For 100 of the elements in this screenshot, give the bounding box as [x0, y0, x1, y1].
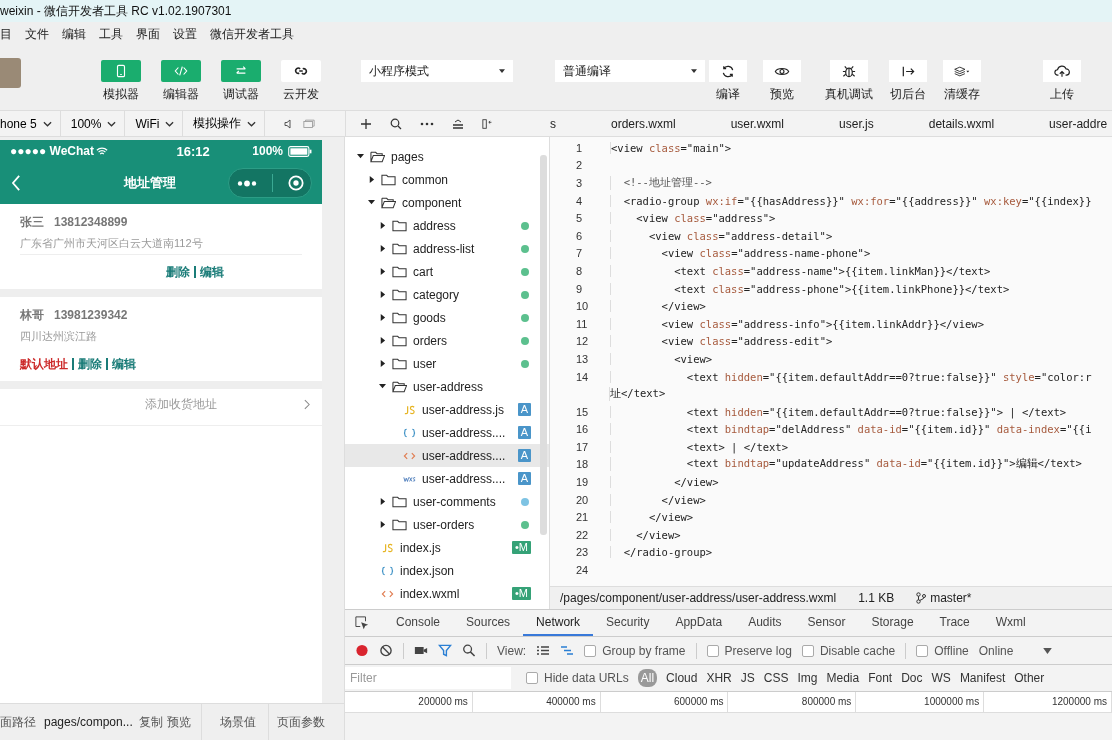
type-filter[interactable]: Doc: [901, 671, 923, 685]
type-filter[interactable]: Manifest: [959, 671, 1006, 685]
type-filter[interactable]: Font: [868, 671, 893, 685]
menu-item[interactable]: 工具: [99, 25, 130, 43]
editor-tab[interactable]: details.wxml: [893, 116, 1015, 131]
menu-item[interactable]: 文件: [25, 25, 56, 43]
editor-tab[interactable]: user-addre: [1014, 116, 1112, 131]
checkbox[interactable]: [706, 644, 719, 657]
video-camera-icon[interactable]: [414, 644, 428, 657]
edit-link[interactable]: 编辑: [200, 263, 224, 281]
tree-item[interactable]: cart: [345, 260, 549, 283]
scrollbar-thumb[interactable]: [540, 155, 547, 535]
checkbox[interactable]: [801, 644, 814, 657]
editor-tab[interactable]: user.wxml: [695, 116, 805, 131]
list-view-icon[interactable]: [536, 644, 551, 657]
device-dropdown[interactable]: 模拟操作: [193, 111, 266, 136]
tree-item[interactable]: index.json: [345, 559, 549, 582]
preview-link[interactable]: 预览: [166, 704, 202, 740]
copy-link[interactable]: 复制: [138, 713, 167, 731]
tree-item[interactable]: user-comments: [345, 490, 549, 513]
more-icon[interactable]: [236, 179, 257, 187]
devtools-tab[interactable]: Network: [523, 610, 594, 636]
tree-item[interactable]: user-address.... A: [345, 421, 549, 444]
page-params-button[interactable]: 页面参数: [268, 713, 333, 731]
devtools-tab[interactable]: Storage: [858, 610, 927, 636]
editor-tab[interactable]: orders.wxml: [576, 116, 696, 131]
menu-item[interactable]: 设置: [173, 25, 204, 43]
tree-item[interactable]: user-address.js A: [345, 398, 549, 421]
expanded-arrow-icon[interactable]: [357, 153, 364, 160]
type-filter[interactable]: Cloud: [666, 671, 698, 685]
tree-item[interactable]: index.js •M: [345, 536, 549, 559]
edit-link[interactable]: 编辑: [112, 355, 136, 373]
editor-tab[interactable]: s: [550, 116, 576, 131]
scene-value-button[interactable]: 场景值: [201, 704, 269, 740]
type-filter[interactable]: Img: [797, 671, 818, 685]
expanded-arrow-icon[interactable]: [379, 383, 386, 390]
tree-item[interactable]: category: [345, 283, 549, 306]
filter-icon[interactable]: [438, 644, 452, 657]
toolbar-button[interactable]: 真机调试: [825, 60, 873, 103]
type-filter[interactable]: JS: [740, 671, 755, 685]
tree-item[interactable]: user-orders: [345, 513, 549, 536]
menu-item[interactable]: 界面: [136, 25, 167, 43]
delete-link[interactable]: 删除: [166, 263, 190, 281]
devtools-tab[interactable]: Audits: [735, 610, 795, 636]
device-dropdown[interactable]: 100%: [70, 111, 126, 136]
waterfall-view-icon[interactable]: [560, 644, 575, 657]
collapsed-arrow-icon[interactable]: [379, 245, 386, 252]
tree-item[interactable]: user-address: [345, 375, 549, 398]
devtools-tab[interactable]: AppData: [662, 610, 736, 636]
plus-icon[interactable]: [360, 117, 372, 130]
type-filter[interactable]: Other: [1014, 671, 1045, 685]
type-filter[interactable]: Media: [826, 671, 860, 685]
collapsed-arrow-icon[interactable]: [379, 337, 386, 344]
tree-item[interactable]: address: [345, 214, 549, 237]
tree-item[interactable]: address-list: [345, 237, 549, 260]
collapsed-arrow-icon[interactable]: [379, 360, 386, 367]
checkbox[interactable]: [526, 672, 538, 684]
device-dropdown[interactable]: WiFi: [135, 111, 184, 136]
type-filter[interactable]: XHR: [706, 671, 732, 685]
collapsed-arrow-icon[interactable]: [379, 222, 386, 229]
menu-item[interactable]: 目: [0, 25, 19, 43]
tree-item[interactable]: pages: [345, 145, 549, 168]
filter-field[interactable]: Filter: [345, 667, 511, 689]
tree-item[interactable]: user-address.... A: [345, 444, 549, 467]
back-icon[interactable]: [12, 175, 21, 191]
collapsed-arrow-icon[interactable]: [379, 521, 386, 528]
menu-item[interactable]: 编辑: [62, 25, 93, 43]
search-icon[interactable]: [390, 117, 402, 130]
more-icon[interactable]: [420, 121, 434, 126]
checkbox[interactable]: [584, 644, 597, 657]
close-target-icon[interactable]: [287, 175, 304, 191]
device-dropdown[interactable]: hone 5: [0, 111, 61, 136]
type-filter[interactable]: CSS: [763, 671, 789, 685]
devtools-tab[interactable]: Sensor: [794, 610, 859, 636]
devtools-tab[interactable]: Sources: [453, 610, 524, 636]
mode-dropdown[interactable]: 小程序模式: [361, 60, 513, 82]
delete-link[interactable]: 删除: [78, 355, 102, 373]
checkbox[interactable]: [916, 644, 929, 657]
tree-item[interactable]: orders: [345, 329, 549, 352]
compile-dropdown[interactable]: 普通编译: [555, 60, 705, 82]
inspect-icon[interactable]: [355, 616, 369, 630]
collapsed-arrow-icon[interactable]: [379, 314, 386, 321]
tree-item[interactable]: user: [345, 352, 549, 375]
collapsed-arrow-icon[interactable]: [379, 498, 386, 505]
editor-tab[interactable]: user.js: [804, 116, 894, 131]
dropdown-arrow-icon[interactable]: [1043, 647, 1053, 654]
clear-icon[interactable]: [379, 644, 393, 657]
collapsed-arrow-icon[interactable]: [379, 268, 386, 275]
devtools-tab[interactable]: Security: [593, 610, 663, 636]
devtools-tab[interactable]: Wxml: [982, 610, 1039, 636]
devtools-tab[interactable]: Console: [383, 610, 454, 636]
type-filter[interactable]: WS: [931, 671, 951, 685]
record-icon[interactable]: [355, 644, 369, 657]
tree-item[interactable]: index.wxml •M: [345, 582, 549, 605]
tree-item[interactable]: component: [345, 191, 549, 214]
devtools-tab[interactable]: Trace: [926, 610, 983, 636]
split-icon[interactable]: [482, 117, 494, 130]
expanded-arrow-icon[interactable]: [368, 199, 375, 206]
tree-item[interactable]: common: [345, 168, 549, 191]
menu-item[interactable]: 微信开发者工具: [210, 25, 301, 43]
